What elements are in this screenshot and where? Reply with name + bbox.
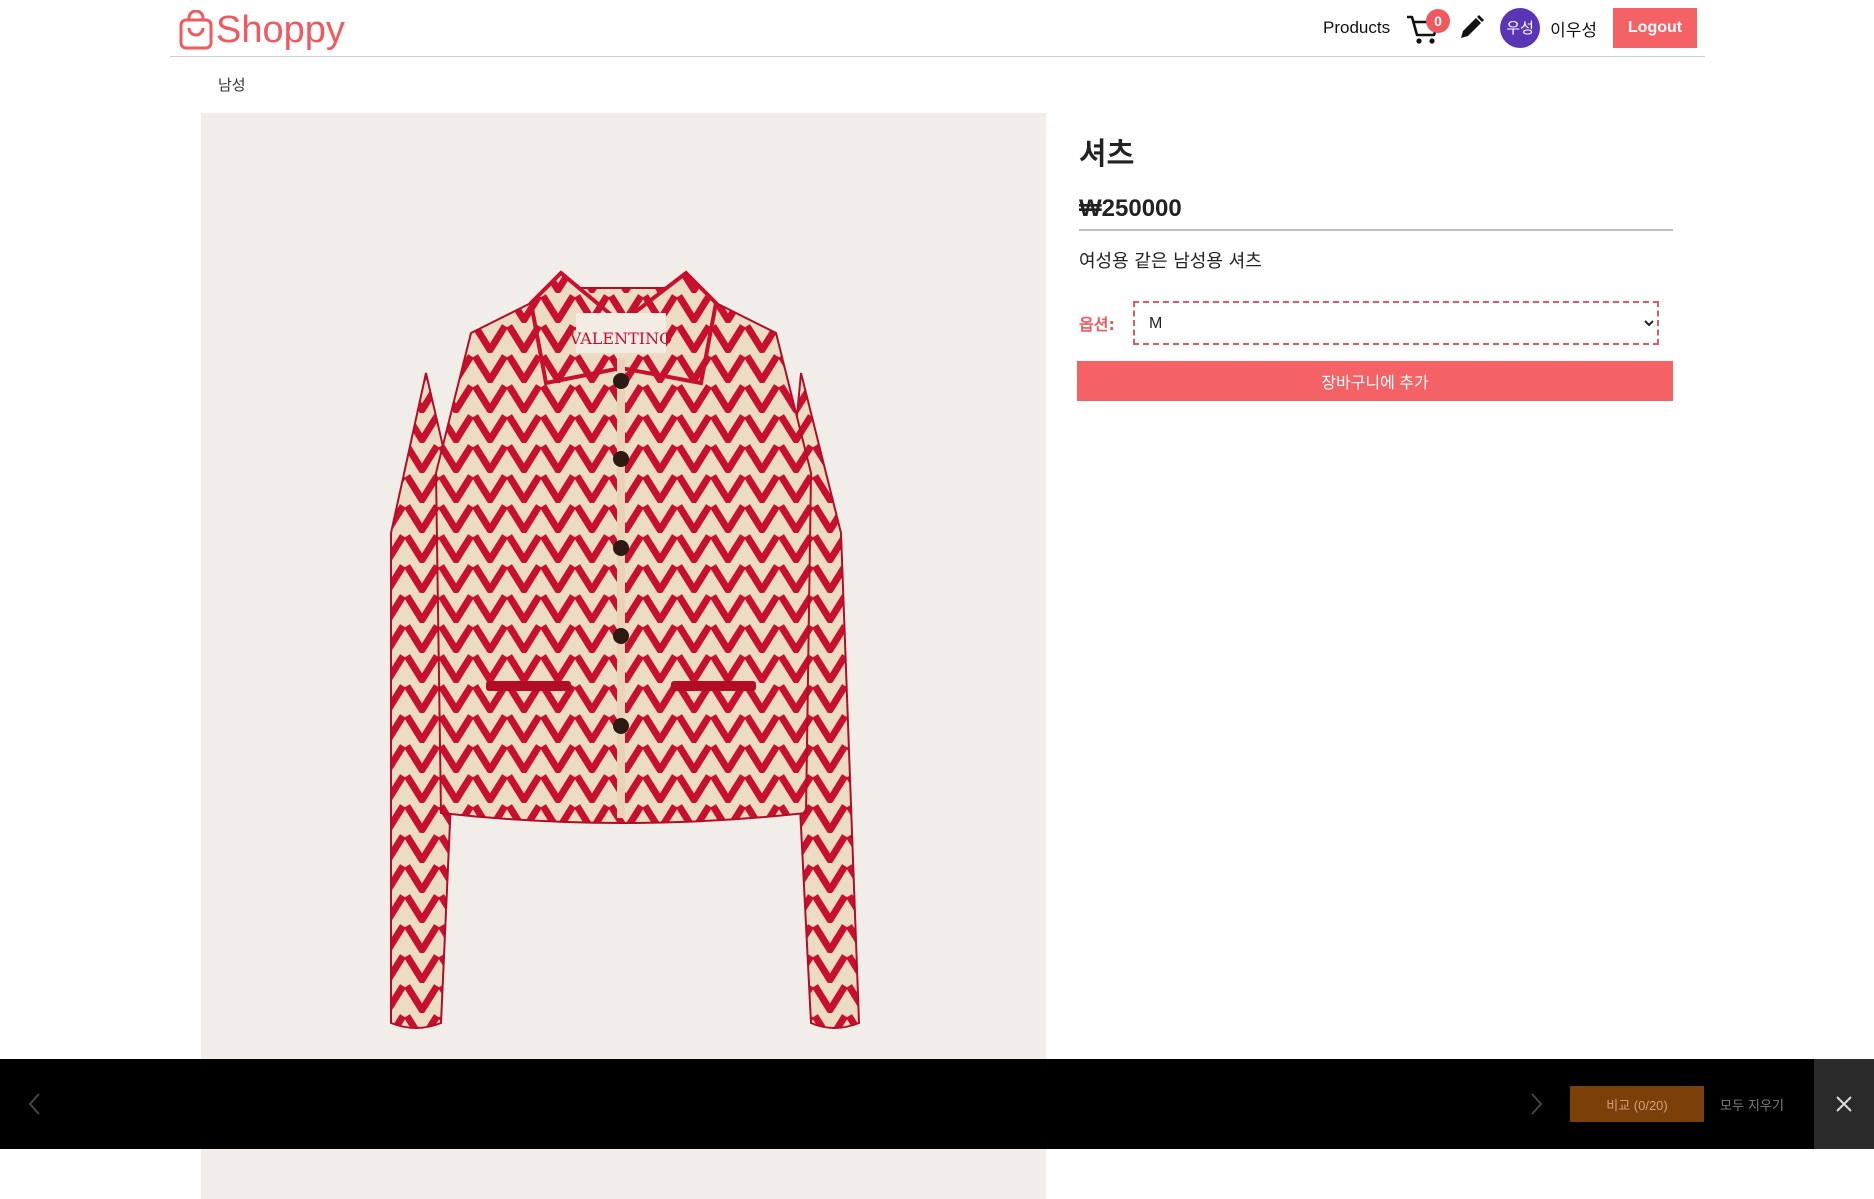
cart-button[interactable]: 0 (1406, 9, 1451, 45)
jacket-illustration: VALENTINO (390, 270, 861, 1029)
option-row: 옵션: M (1077, 301, 1673, 345)
pencil-icon[interactable] (1456, 13, 1486, 43)
shopping-bag-icon (179, 10, 213, 50)
breadcrumb[interactable]: 남성 (218, 74, 246, 95)
logout-button[interactable]: Logout (1613, 8, 1697, 48)
logo-link[interactable]: Shoppy (178, 8, 345, 52)
option-label: 옵션: (1079, 315, 1115, 334)
compare-bar: 비교 (0/20) 모두 지우기 (0, 1059, 1874, 1149)
nav-products-link[interactable]: Products (1323, 18, 1390, 38)
brand-label: VALENTINO (569, 329, 672, 348)
clear-all-link[interactable]: 모두 지우기 (1720, 1095, 1784, 1114)
header-nav: Products 0 우성 이우성 Logout (1323, 8, 1697, 48)
close-icon (1836, 1096, 1852, 1112)
product-info: 셔츠 ₩250000 여성용 같은 남성용 셔츠 옵션: M 장바구니에 추가 (1077, 113, 1673, 401)
option-select[interactable]: M (1133, 301, 1659, 345)
chevron-left-icon[interactable] (22, 1087, 46, 1121)
header: Shoppy Products 0 우성 이우성 Logout (170, 0, 1705, 57)
product-image: VALENTINO (201, 113, 1046, 1199)
avatar: 우성 (1500, 8, 1541, 48)
cart-count-badge: 0 (1426, 9, 1451, 33)
compare-button[interactable]: 비교 (0/20) (1570, 1086, 1704, 1122)
product-price: ₩250000 (1079, 195, 1673, 231)
chevron-right-icon[interactable] (1524, 1087, 1548, 1121)
username: 이우성 (1550, 20, 1597, 41)
compare-close-button[interactable] (1814, 1059, 1874, 1149)
product-description: 여성용 같은 남성용 셔츠 (1079, 251, 1262, 272)
logo-text: Shoppy (216, 9, 345, 51)
product-title: 셔츠 (1079, 137, 1135, 172)
add-to-cart-button[interactable]: 장바구니에 추가 (1077, 361, 1673, 401)
